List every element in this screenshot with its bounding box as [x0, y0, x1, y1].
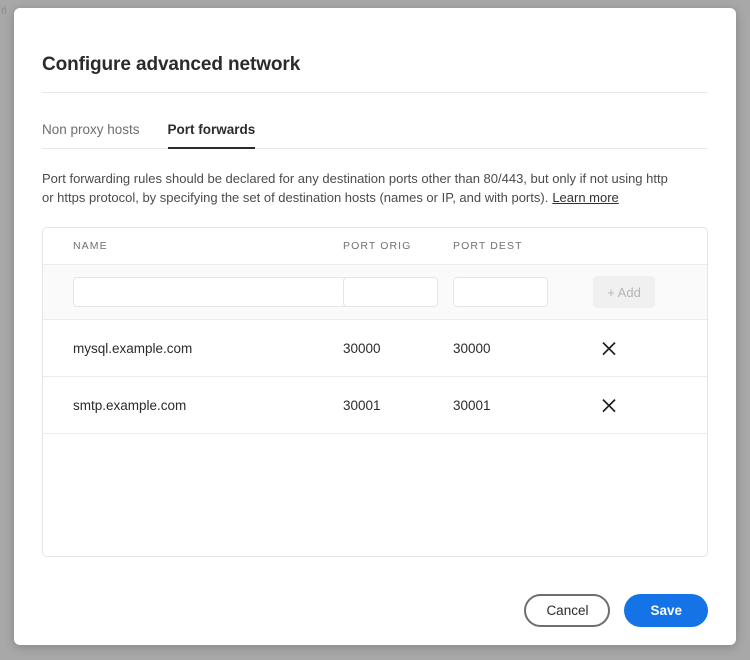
- table-row: smtp.example.com 30001 30001: [43, 377, 707, 434]
- row-actions: [593, 397, 707, 413]
- close-icon: [602, 399, 616, 413]
- table-row: mysql.example.com 30000 30000: [43, 320, 707, 377]
- add-rule-row: + Add: [43, 265, 707, 320]
- add-button[interactable]: + Add: [593, 276, 655, 308]
- description-text: Port forwarding rules should be declared…: [42, 149, 708, 207]
- add-name-cell: [43, 277, 363, 307]
- column-header-name: NAME: [73, 240, 108, 252]
- row-port-orig: 30001: [343, 397, 381, 413]
- row-port-dest: 30000: [453, 340, 491, 356]
- page-title: Configure advanced network: [42, 54, 301, 75]
- row-port-dest: 30001: [453, 397, 491, 413]
- backdrop-clipped-text: ri: [1, 3, 7, 17]
- table-header-row: NAME PORT ORIG PORT DEST: [43, 228, 707, 265]
- name-input[interactable]: [73, 277, 363, 307]
- dialog-footer: Cancel Save: [524, 594, 708, 627]
- row-name: mysql.example.com: [73, 340, 193, 356]
- row-name: smtp.example.com: [73, 397, 187, 413]
- add-port-orig-cell: [343, 277, 453, 307]
- close-icon: [602, 342, 616, 356]
- add-action-cell: + Add: [593, 276, 707, 308]
- save-button[interactable]: Save: [624, 594, 708, 627]
- port-orig-input[interactable]: [343, 277, 438, 307]
- configure-advanced-network-dialog: Configure advanced network Non proxy hos…: [14, 8, 736, 645]
- learn-more-link[interactable]: Learn more: [552, 190, 618, 205]
- row-port-orig: 30000: [343, 340, 381, 356]
- tab-non-proxy-hosts[interactable]: Non proxy hosts: [42, 122, 140, 149]
- cancel-button[interactable]: Cancel: [524, 594, 611, 627]
- tab-port-forwards[interactable]: Port forwards: [167, 122, 255, 149]
- dialog-content: Configure advanced network Non proxy hos…: [14, 8, 736, 645]
- row-actions: [593, 340, 707, 356]
- add-port-dest-cell: [453, 277, 593, 307]
- delete-rule-button[interactable]: [601, 340, 617, 356]
- column-header-port-orig: PORT ORIG: [343, 240, 412, 252]
- delete-rule-button[interactable]: [601, 397, 617, 413]
- port-forwards-table: NAME PORT ORIG PORT DEST + Add mysql.exa…: [42, 227, 708, 557]
- column-header-port-dest: PORT DEST: [453, 240, 523, 252]
- tab-bar: Non proxy hosts Port forwards: [42, 93, 708, 149]
- port-dest-input[interactable]: [453, 277, 548, 307]
